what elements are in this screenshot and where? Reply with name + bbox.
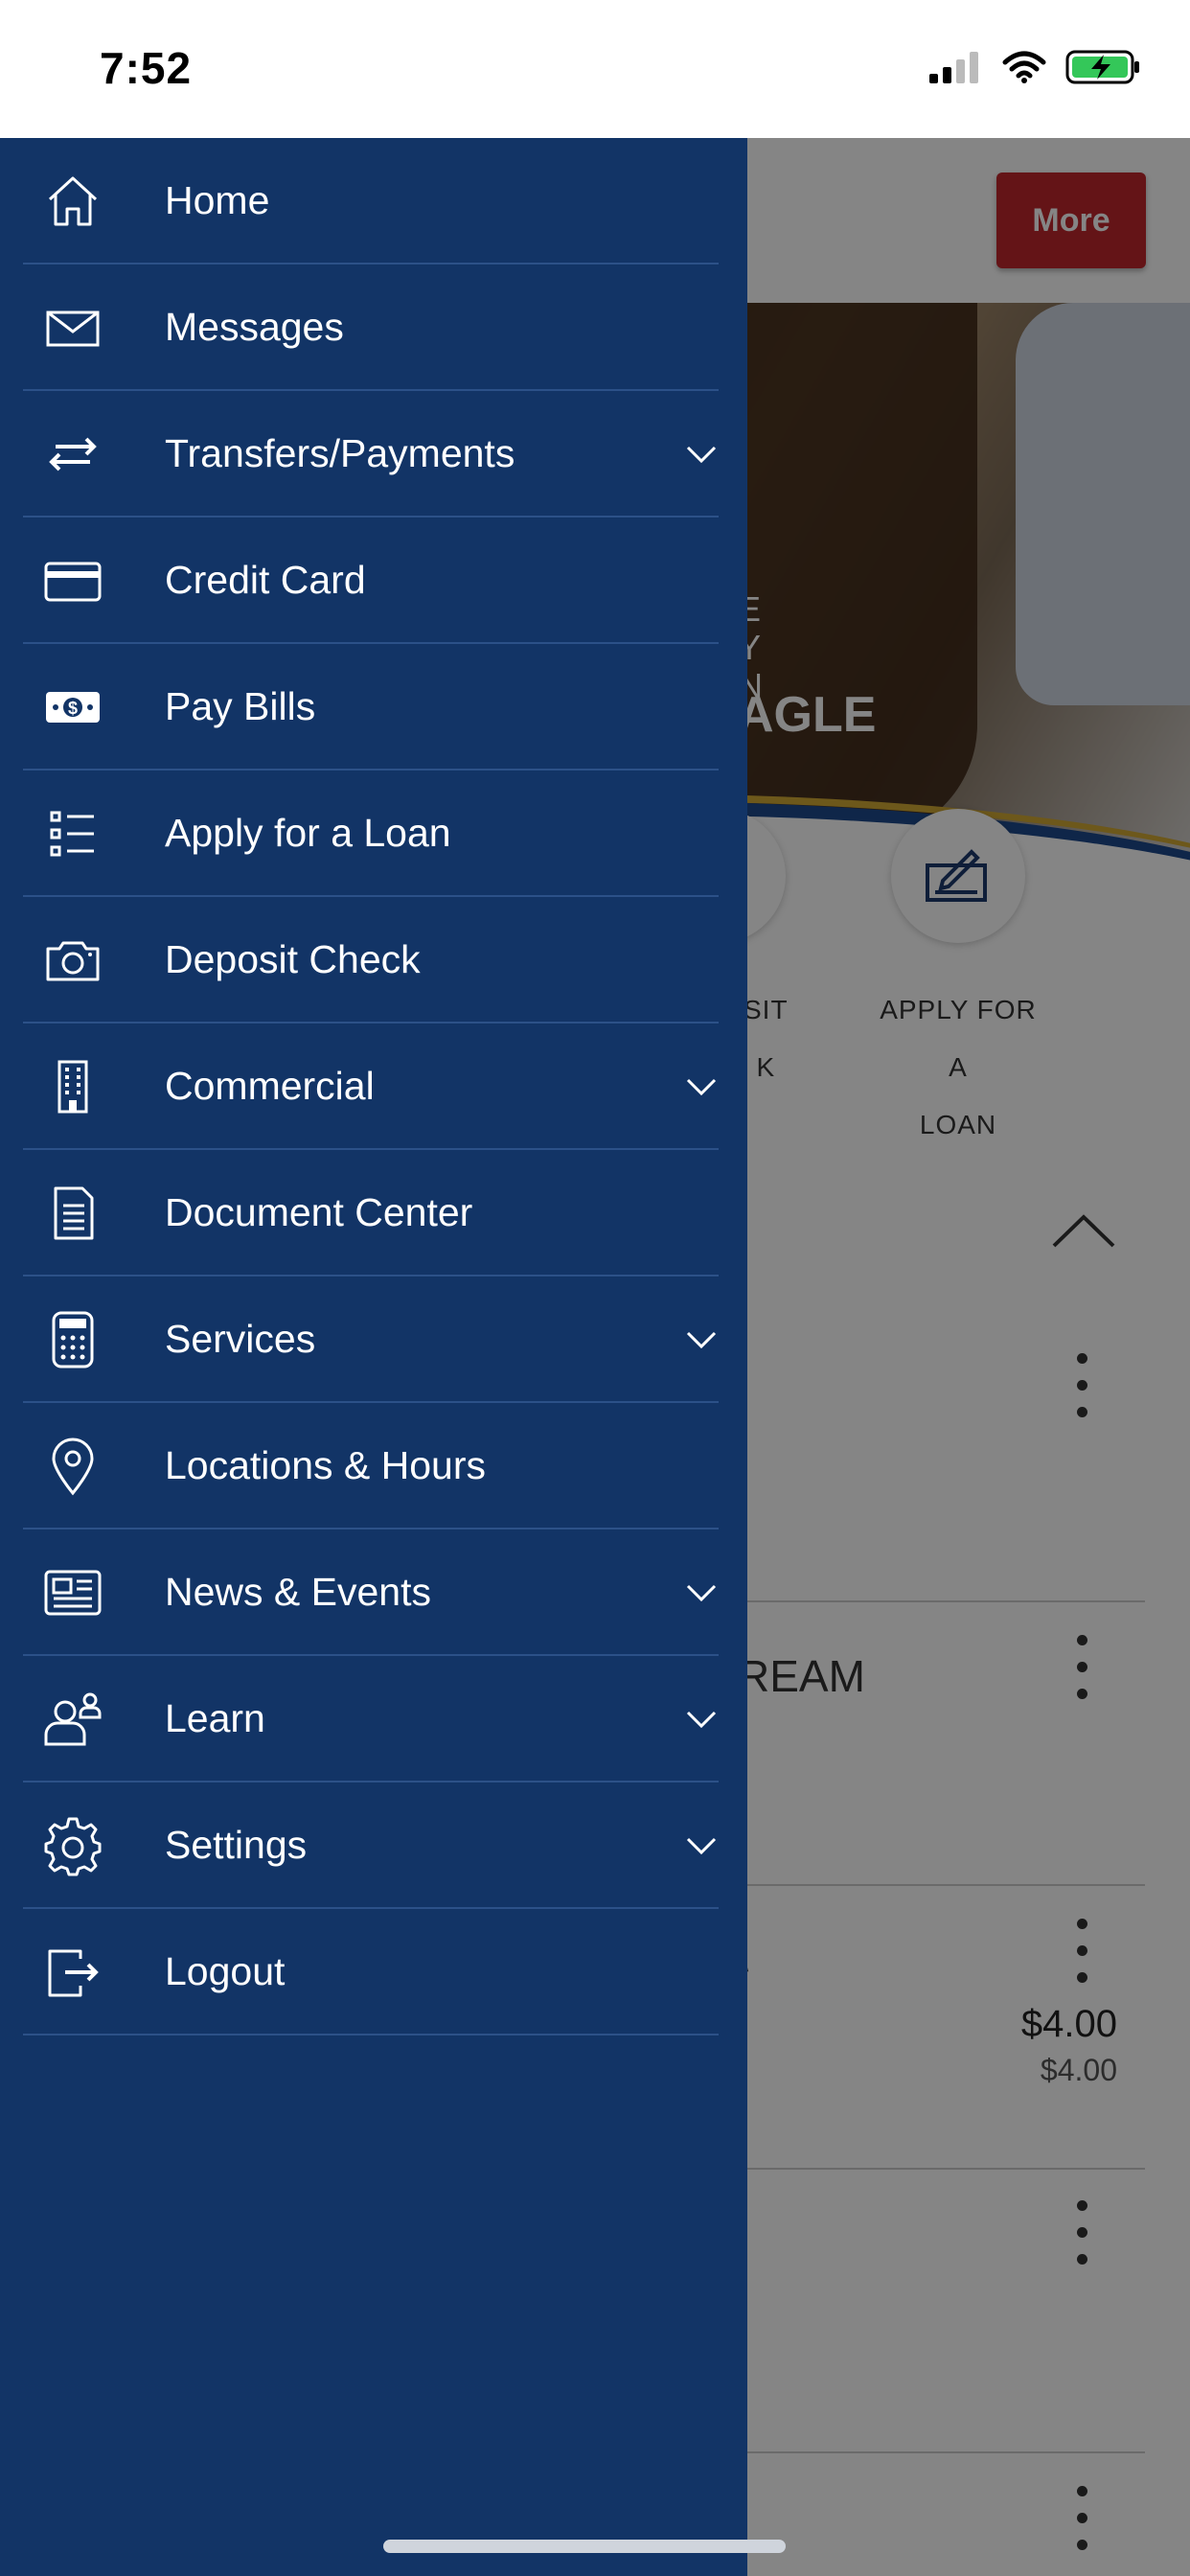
chevron-down-icon[interactable] (684, 1828, 719, 1863)
document-icon (42, 1183, 103, 1244)
menu-item-label: Credit Card (165, 557, 366, 602)
menu-item-deposit-check[interactable]: Deposit Check (23, 897, 719, 1024)
transfer-arrows-icon (42, 424, 103, 485)
credit-card-icon (42, 550, 103, 611)
home-icon (42, 171, 103, 232)
menu-item-label: Deposit Check (165, 936, 421, 981)
chevron-down-icon[interactable] (684, 437, 719, 472)
chevron-down-icon[interactable] (684, 1576, 719, 1610)
battery-charging-icon (1065, 50, 1142, 89)
logout-icon (42, 1942, 103, 2003)
menu-item-apply-for-a-loan[interactable]: Apply for a Loan (23, 770, 719, 897)
menu-item-messages[interactable]: Messages (23, 264, 719, 391)
menu-item-label: Messages (165, 304, 344, 349)
menu-item-label: Apply for a Loan (165, 810, 451, 855)
menu-item-services[interactable]: Services (23, 1276, 719, 1403)
menu-item-pay-bills[interactable]: $ Pay Bills (23, 644, 719, 770)
menu-item-transfers-payments[interactable]: Transfers/Payments (23, 391, 719, 518)
menu-item-document-center[interactable]: Document Center (23, 1150, 719, 1276)
cellular-signal-icon (929, 51, 983, 88)
chevron-down-icon[interactable] (684, 1322, 719, 1357)
menu-item-label: Locations & Hours (165, 1442, 487, 1487)
menu-item-credit-card[interactable]: Credit Card (23, 518, 719, 644)
newspaper-icon (42, 1562, 103, 1623)
users-icon (42, 1689, 103, 1750)
menu-item-label: Commercial (165, 1063, 375, 1108)
menu-item-label: Transfers/Payments (165, 430, 515, 475)
envelope-icon (42, 297, 103, 358)
checklist-icon (42, 803, 103, 864)
menu-item-label: Pay Bills (165, 683, 316, 728)
menu-item-learn[interactable]: Learn (23, 1656, 719, 1782)
menu-item-label: Logout (165, 1948, 286, 1993)
status-icons (929, 50, 1142, 89)
chevron-down-icon[interactable] (684, 1702, 719, 1736)
chevron-down-icon[interactable] (684, 1070, 719, 1104)
menu-item-commercial[interactable]: Commercial (23, 1024, 719, 1150)
menu-item-settings[interactable]: Settings (23, 1782, 719, 1909)
menu-item-home[interactable]: Home (23, 138, 719, 264)
building-icon (42, 1056, 103, 1117)
menu-item-label: Settings (165, 1822, 308, 1867)
menu-item-news-events[interactable]: News & Events (23, 1530, 719, 1656)
menu-item-label: Home (165, 177, 270, 222)
wifi-icon (1002, 51, 1046, 88)
camera-icon (42, 930, 103, 991)
menu-item-logout[interactable]: Logout (23, 1909, 719, 2036)
navigation-drawer: Home Messages Transfers/Payments Credit … (0, 138, 747, 2576)
status-time: 7:52 (100, 43, 193, 93)
calculator-icon (42, 1309, 103, 1370)
menu-item-label: News & Events (165, 1569, 431, 1614)
map-pin-icon (42, 1436, 103, 1497)
menu-item-label: Document Center (165, 1189, 473, 1234)
home-indicator[interactable] (383, 2540, 786, 2553)
menu-item-label: Learn (165, 1695, 265, 1740)
menu-item-locations-hours[interactable]: Locations & Hours (23, 1403, 719, 1530)
status-bar: 7:52 (0, 0, 1190, 138)
dollar-bill-icon: $ (42, 677, 103, 738)
svg-text:$: $ (68, 699, 78, 718)
menu-item-label: Services (165, 1316, 316, 1361)
menu-list: Home Messages Transfers/Payments Credit … (0, 138, 747, 2036)
gear-icon (42, 1815, 103, 1876)
